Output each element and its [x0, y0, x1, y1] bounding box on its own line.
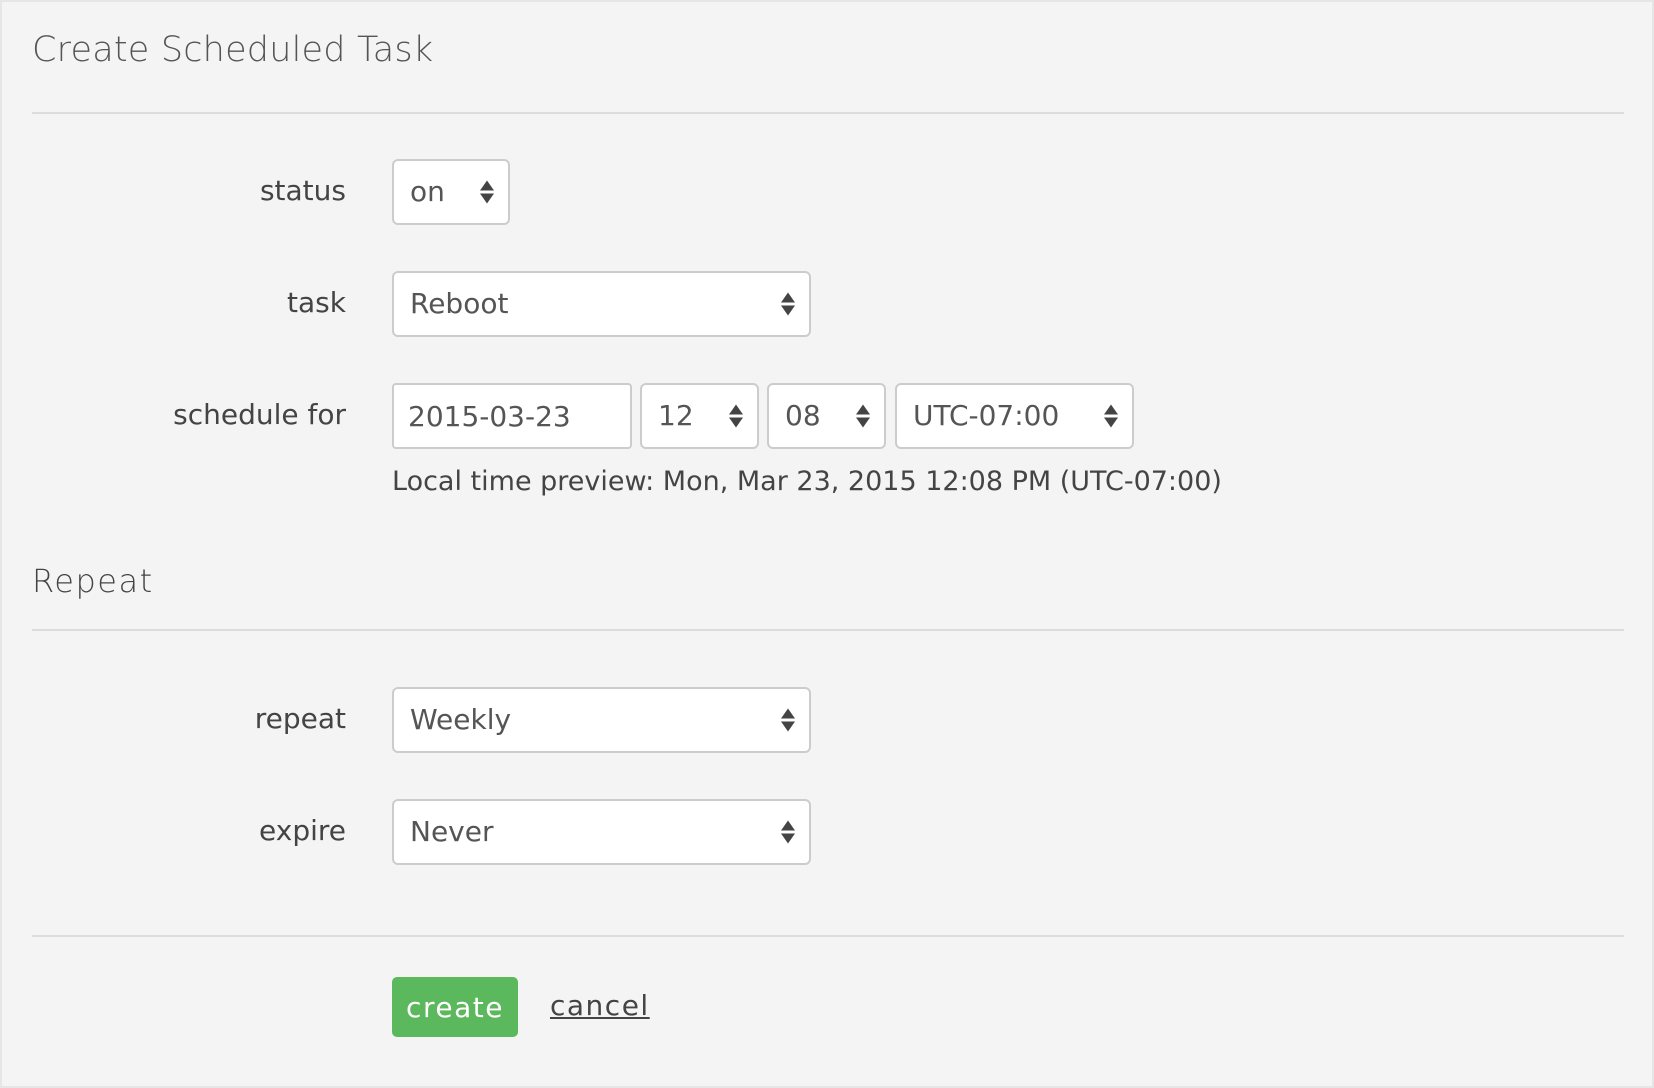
expire-label: expire [259, 814, 346, 847]
local-time-preview: Local time preview: Mon, Mar 23, 2015 12… [392, 466, 1222, 497]
create-button[interactable]: create [392, 977, 518, 1037]
up-down-arrows-icon [480, 180, 494, 204]
schedule-hour-select[interactable]: 12 [640, 383, 759, 449]
schedule-timezone-value: UTC-07:00 [913, 399, 1060, 432]
schedule-timezone-select[interactable]: UTC-07:00 [895, 383, 1134, 449]
create-scheduled-task-panel: Create Scheduled Task status on task Reb… [0, 0, 1654, 1088]
page-title: Create Scheduled Task [32, 30, 434, 70]
up-down-arrows-icon [781, 708, 795, 732]
task-label: task [287, 286, 346, 319]
repeat-select-value: Weekly [410, 703, 512, 736]
schedule-minute-value: 08 [785, 399, 821, 432]
task-select[interactable]: Reboot [392, 271, 811, 337]
actions-divider [32, 935, 1624, 937]
schedule-for-label: schedule for [173, 398, 346, 431]
expire-select-value: Never [410, 815, 494, 848]
cancel-link[interactable]: cancel [550, 989, 650, 1022]
schedule-minute-select[interactable]: 08 [767, 383, 886, 449]
repeat-label: repeat [254, 702, 346, 735]
schedule-date-input[interactable] [392, 383, 632, 449]
repeat-divider [32, 629, 1624, 631]
expire-select[interactable]: Never [392, 799, 811, 865]
status-select-value: on [410, 175, 445, 208]
up-down-arrows-icon [781, 820, 795, 844]
schedule-hour-value: 12 [658, 399, 694, 432]
repeat-section-title: Repeat [32, 562, 154, 600]
title-divider [32, 112, 1624, 114]
task-select-value: Reboot [410, 287, 509, 320]
up-down-arrows-icon [781, 292, 795, 316]
repeat-select[interactable]: Weekly [392, 687, 811, 753]
status-label: status [259, 174, 346, 207]
up-down-arrows-icon [729, 404, 743, 428]
status-select[interactable]: on [392, 159, 510, 225]
up-down-arrows-icon [1104, 404, 1118, 428]
up-down-arrows-icon [856, 404, 870, 428]
